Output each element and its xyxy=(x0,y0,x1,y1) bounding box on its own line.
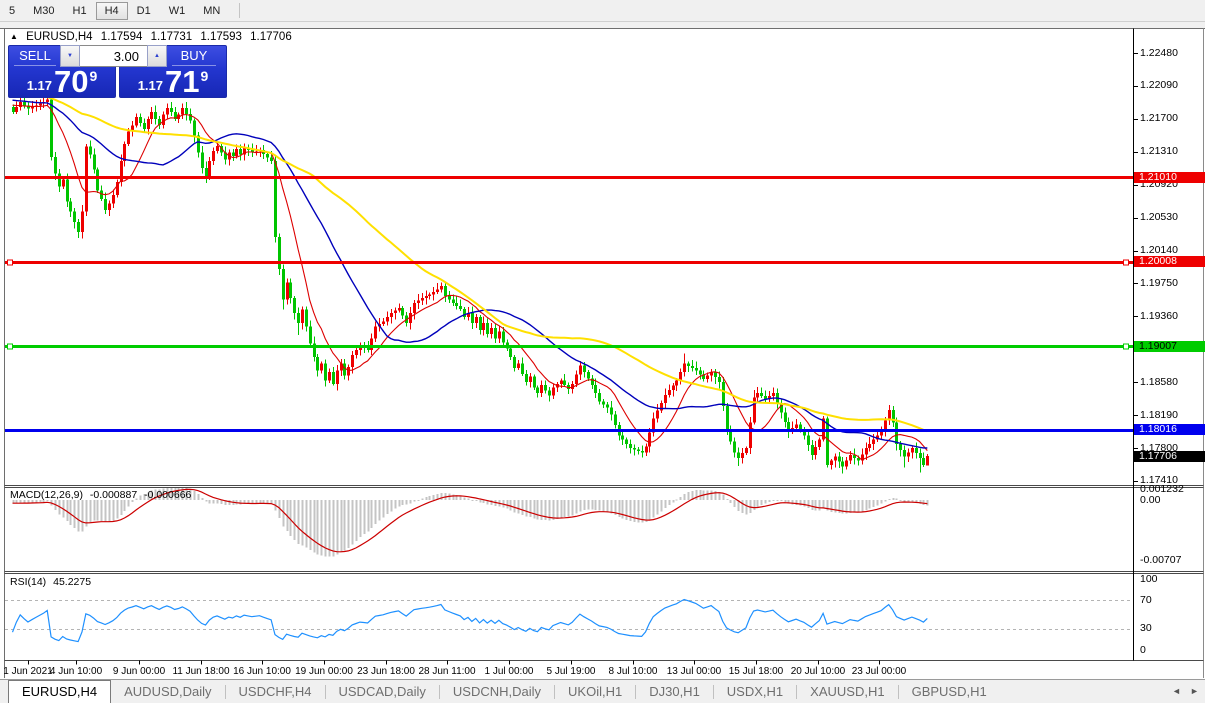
tab-usdx-h1[interactable]: USDX,H1 xyxy=(714,681,796,702)
title-symbol: EURUSD,H4 xyxy=(26,31,92,43)
title-high: 1.17731 xyxy=(151,31,193,43)
tab-usdchf-h4[interactable]: USDCHF,H4 xyxy=(226,681,325,702)
macd-value-signal: -0.000666 xyxy=(144,489,191,501)
ma-line-30 xyxy=(13,100,928,448)
bid-price-big: 70 xyxy=(54,69,88,95)
sell-button[interactable]: SELL xyxy=(14,48,56,66)
title-open: 1.17594 xyxy=(101,31,143,43)
title-close: 1.17706 xyxy=(250,31,292,43)
chart-canvas[interactable] xyxy=(0,0,1205,703)
ask-price-small: 1.17 xyxy=(138,78,163,93)
hline-handle[interactable] xyxy=(8,260,13,265)
tab-scroll-left-icon[interactable]: ◄ xyxy=(1172,686,1181,696)
timeframe-toolbar: 5M30H1H4D1W1MN xyxy=(0,0,1205,22)
macd-label: MACD(12,26,9) -0.000887 -0.000666 xyxy=(10,489,195,501)
hline-handle[interactable] xyxy=(1124,260,1129,265)
tab-dj30-h1[interactable]: DJ30,H1 xyxy=(636,681,713,702)
rsi-name: RSI(14) xyxy=(10,576,46,588)
tab-scroll-right-icon[interactable]: ► xyxy=(1190,686,1199,696)
timeframe-button-H4[interactable]: H4 xyxy=(96,2,128,20)
timeframe-button-5[interactable]: 5 xyxy=(0,3,24,19)
chart-title: ▲ EURUSD,H4 1.17594 1.17731 1.17593 1.17… xyxy=(10,31,297,43)
tab-ukoil-h1[interactable]: UKOil,H1 xyxy=(555,681,635,702)
symbol-tabbar: EURUSD,H4AUDUSD,DailyUSDCHF,H4USDCAD,Dai… xyxy=(0,679,1205,703)
ma-line-10 xyxy=(13,105,928,460)
timeframe-button-H1[interactable]: H1 xyxy=(64,3,96,19)
timeframe-button-M30[interactable]: M30 xyxy=(24,3,63,19)
rsi-value: 45.2275 xyxy=(53,576,91,588)
volume-increase-button[interactable]: ▲ xyxy=(147,45,167,67)
arrow-down-icon: ▼ xyxy=(67,53,73,59)
candlestick-series xyxy=(12,96,929,473)
tab-usdcad-daily[interactable]: USDCAD,Daily xyxy=(326,681,439,702)
trading-terminal: 5M30H1H4D1W1MN ▲ EURUSD,H4 1.17594 1.177… xyxy=(0,0,1205,703)
timeframe-button-W1[interactable]: W1 xyxy=(160,3,195,19)
bid-price-sup: 9 xyxy=(90,68,98,84)
title-low: 1.17593 xyxy=(200,31,242,43)
ask-price-sup: 9 xyxy=(201,68,209,84)
timeframe-button-MN[interactable]: MN xyxy=(194,3,229,19)
macd-name: MACD(12,26,9) xyxy=(10,489,83,501)
tab-eurusd-h4[interactable]: EURUSD,H4 xyxy=(8,680,111,703)
rsi-label: RSI(14) 45.2275 xyxy=(10,576,95,588)
toolbar-separator xyxy=(239,3,240,18)
tab-xauusd-h1[interactable]: XAUUSD,H1 xyxy=(797,681,897,702)
bid-price-small: 1.17 xyxy=(27,78,52,93)
ask-price-big: 71 xyxy=(165,69,199,95)
ask-quote[interactable]: 1.17 71 9 xyxy=(119,66,227,98)
arrow-up-icon: ▲ xyxy=(154,53,160,59)
rsi-line xyxy=(13,600,928,642)
tab-audusd-daily[interactable]: AUDUSD,Daily xyxy=(111,681,224,702)
hline-handle[interactable] xyxy=(8,344,13,349)
bid-quote[interactable]: 1.17 70 9 xyxy=(8,66,116,98)
volume-input[interactable] xyxy=(80,45,147,67)
volume-decrease-button[interactable]: ▼ xyxy=(60,45,80,67)
hline-handle[interactable] xyxy=(1124,344,1129,349)
tab-gbpusd-h1[interactable]: GBPUSD,H1 xyxy=(899,681,1000,702)
collapse-triangle-icon[interactable]: ▲ xyxy=(10,32,18,41)
tab-usdcnh-daily[interactable]: USDCNH,Daily xyxy=(440,681,554,702)
timeframe-button-D1[interactable]: D1 xyxy=(128,3,160,19)
volume-stepper: ▼ ▲ xyxy=(60,45,167,67)
macd-value-main: -0.000887 xyxy=(90,489,137,501)
